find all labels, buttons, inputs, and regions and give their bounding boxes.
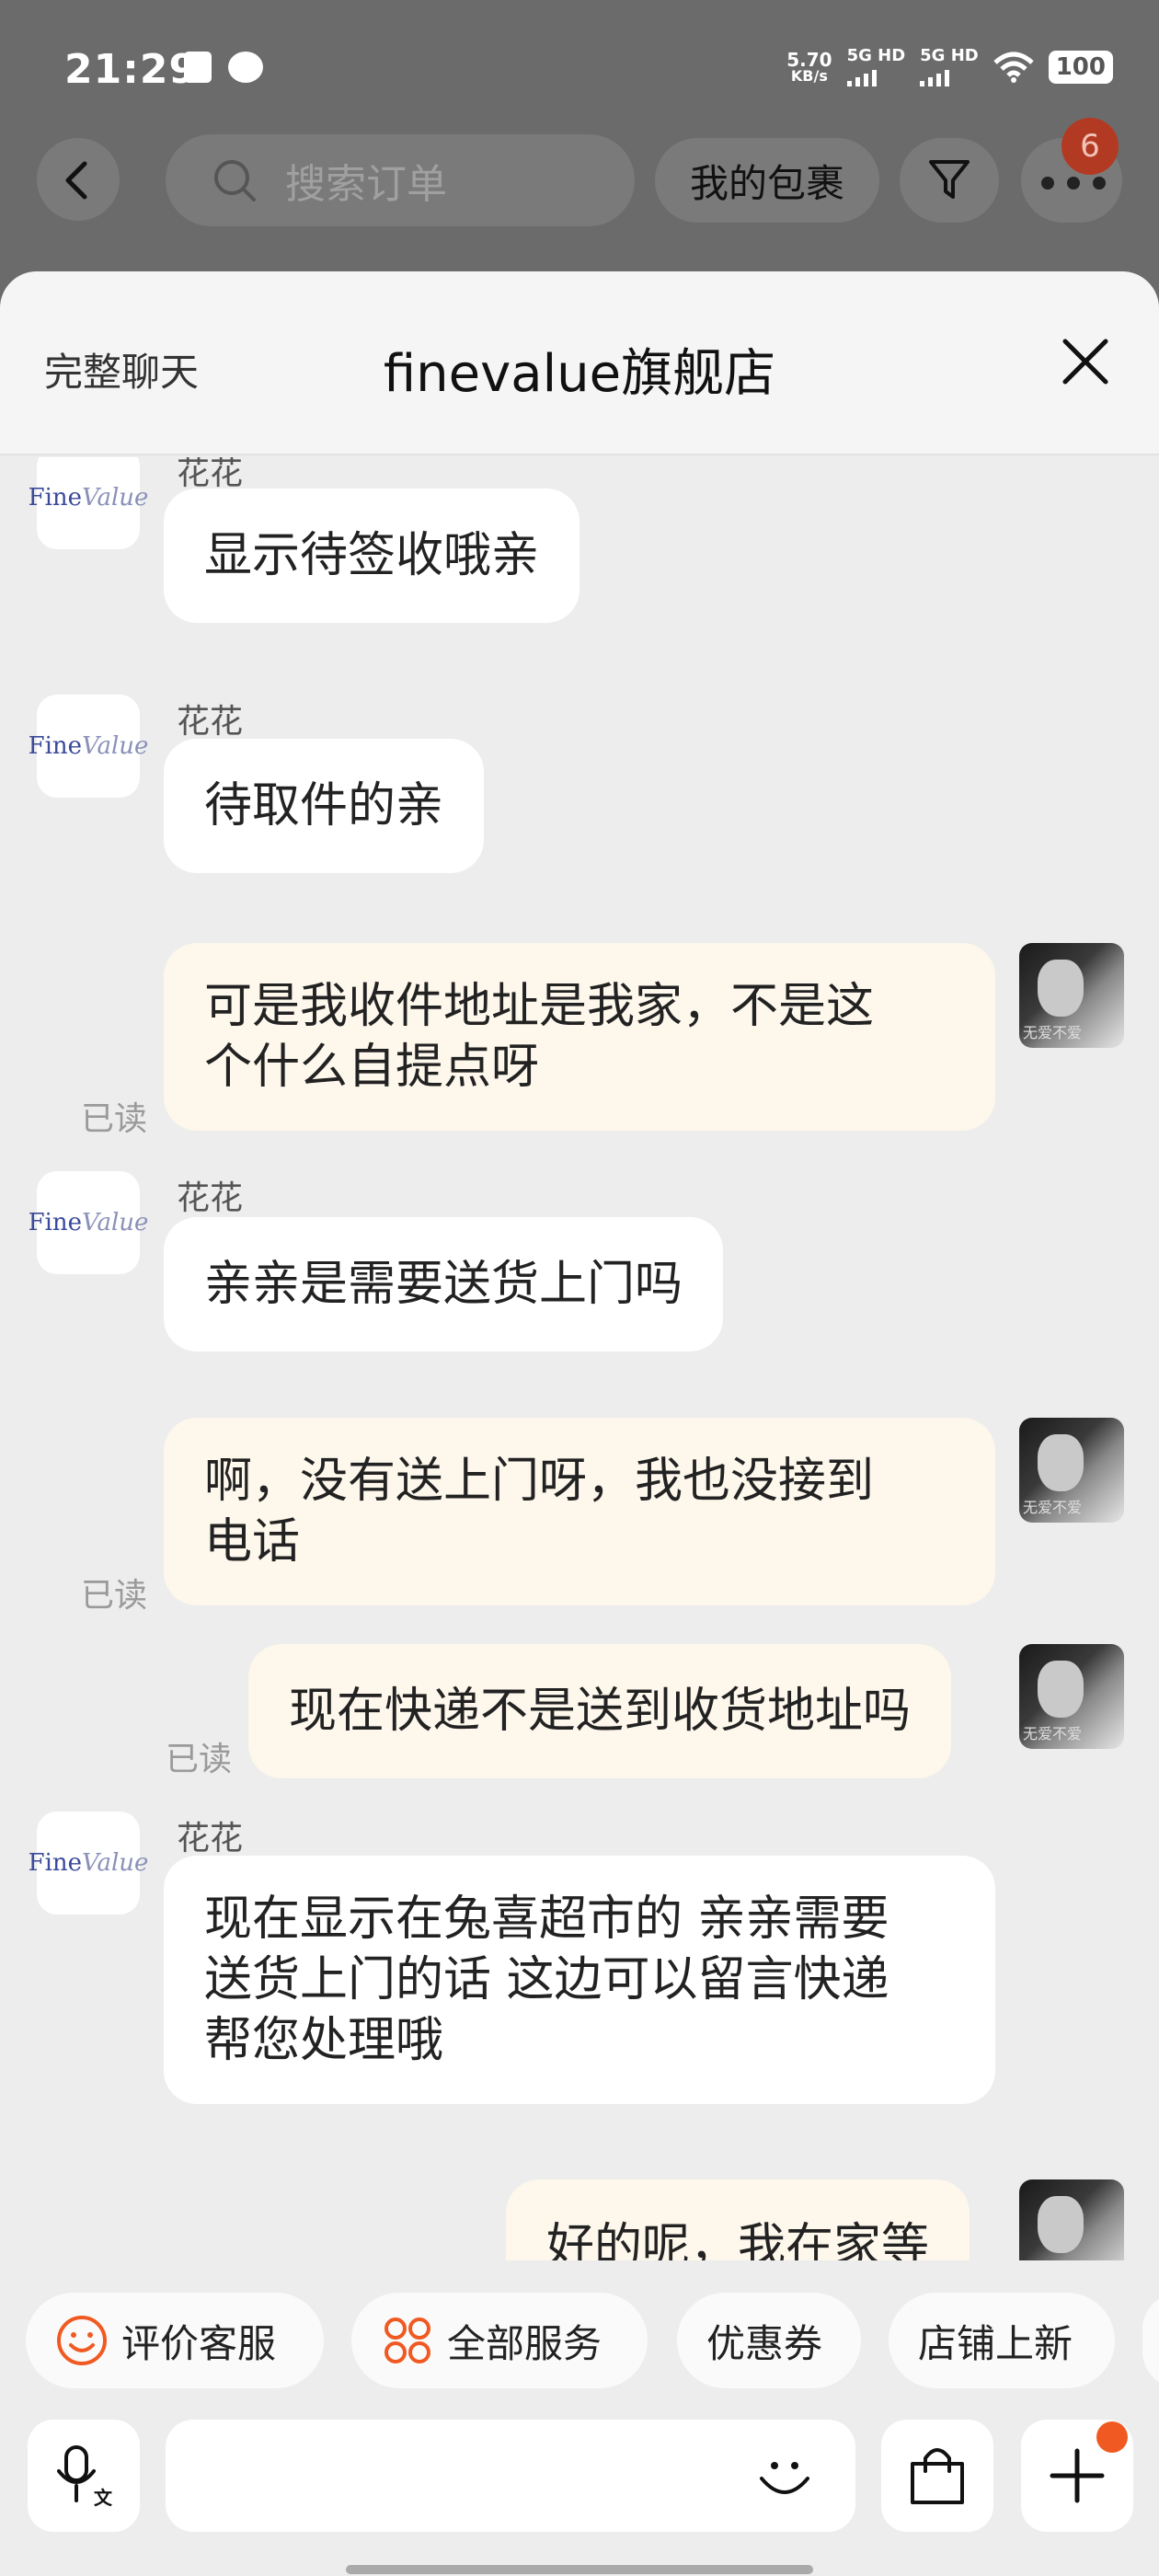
read-status: 已读: [81, 1100, 148, 1138]
message-list[interactable]: Fine Value 花花 显示待签收哦亲 Fine Value 花花 待取件的亲 …: [0, 457, 1159, 2260]
network-speed: 5.70 KB/s: [786, 49, 832, 85]
background-nav: 搜索订单 我的包裹: [0, 129, 1159, 239]
notification-badge: 6: [1061, 118, 1119, 175]
plus-icon: [1050, 2448, 1105, 2503]
store-avatar[interactable]: Fine Value: [29, 1811, 148, 1915]
smile-rating-icon: [55, 2314, 109, 2367]
more-chip[interactable]: [1142, 2293, 1159, 2388]
store-message-bubble[interactable]: 显示待签收哦亲: [164, 489, 580, 623]
grid-services-icon: [381, 2314, 434, 2367]
chevron-left-icon: [65, 161, 87, 200]
my-message-bubble[interactable]: 现在快递不是送到收货地址吗: [248, 1644, 952, 1778]
message-input[interactable]: [166, 2420, 855, 2532]
store-message-bubble[interactable]: 待取件的亲: [164, 739, 485, 873]
status-time: 21:29: [64, 46, 199, 93]
new-arrivals-chip[interactable]: 店铺上新: [889, 2293, 1115, 2388]
sender-name: 花花: [177, 703, 244, 741]
back-button[interactable]: [37, 138, 120, 221]
my-message-bubble[interactable]: 好的呢，我在家等: [506, 2179, 970, 2260]
input-row: 文: [0, 2420, 1159, 2548]
smile-icon[interactable]: [754, 2447, 815, 2508]
order-search-input[interactable]: 搜索订单: [166, 134, 635, 226]
quick-actions: 评价客服 全部服务 优惠券 店铺上新: [0, 2282, 1159, 2392]
my-packages-button[interactable]: 我的包裹: [655, 138, 879, 223]
wifi-icon: [993, 52, 1034, 83]
signal-2: 5G HD: [920, 48, 979, 86]
read-status: 已读: [81, 1577, 148, 1615]
chat-header: 完整聊天 finevalue旗舰店: [0, 271, 1159, 455]
battery-indicator: 100: [1048, 51, 1113, 84]
search-placeholder: 搜索订单: [285, 161, 447, 208]
filter-icon: [929, 160, 970, 199]
coupon-chip[interactable]: 优惠券: [677, 2293, 861, 2388]
rate-service-chip[interactable]: 评价客服: [26, 2293, 324, 2388]
signal-bars-icon: [920, 64, 950, 86]
sim-card-icon: [184, 52, 212, 83]
chat-sheet: 完整聊天 finevalue旗舰店 Fine Value 花花 显示待签收哦亲 F…: [0, 271, 1159, 2576]
user-avatar[interactable]: 无爱不爱: [1019, 1644, 1124, 1749]
sender-name: 花花: [177, 1179, 244, 1217]
shopping-bag-icon: [911, 2448, 964, 2504]
my-message-bubble[interactable]: 可是我收件地址是我家，不是这 个什么自提点呀: [164, 943, 995, 1131]
status-right: 5.70 KB/s 5G HD 5G HD 100: [786, 48, 1113, 86]
all-services-chip[interactable]: 全部服务: [351, 2293, 648, 2388]
more-dots-icon: [1041, 177, 1106, 190]
microphone-translate-icon: 文: [57, 2445, 113, 2508]
shop-title: finevalue旗舰店: [383, 344, 776, 404]
voice-button[interactable]: 文: [28, 2420, 140, 2532]
signal-bars-icon: [846, 64, 877, 86]
notification-icons: [184, 52, 263, 83]
user-avatar[interactable]: 无爱不爱: [1019, 1418, 1124, 1523]
store-message-bubble[interactable]: 亲亲是需要送货上门吗: [164, 1217, 724, 1351]
store-avatar[interactable]: Fine Value: [29, 695, 148, 798]
wechat-icon: [228, 52, 263, 83]
new-feature-dot: [1096, 2421, 1128, 2453]
status-bar: 21:29 5.70 KB/s 5G HD 5G HD 100: [0, 0, 1159, 138]
store-avatar[interactable]: Fine Value: [29, 457, 148, 549]
my-message-bubble[interactable]: 啊，没有送上门呀，我也没接到 电话: [164, 1418, 995, 1605]
svg-text:文: 文: [94, 2487, 113, 2508]
close-icon[interactable]: [1058, 334, 1113, 389]
sender-name: 花花: [177, 1820, 244, 1857]
store-avatar[interactable]: Fine Value: [29, 1171, 148, 1274]
search-icon: [214, 160, 256, 201]
store-message-bubble[interactable]: 现在显示在兔喜超市的 亲亲需要 送货上门的话 这边可以留言快递 帮您处理哦: [164, 1856, 995, 2104]
user-avatar[interactable]: 无爱不爱: [1019, 2179, 1124, 2260]
read-status: 已读: [166, 1741, 233, 1778]
filter-button[interactable]: [900, 138, 999, 223]
shopping-bag-button[interactable]: [881, 2420, 993, 2532]
signal-1: 5G HD: [846, 48, 905, 86]
user-avatar[interactable]: 无爱不爱: [1019, 943, 1124, 1048]
home-indicator[interactable]: [346, 2565, 813, 2574]
